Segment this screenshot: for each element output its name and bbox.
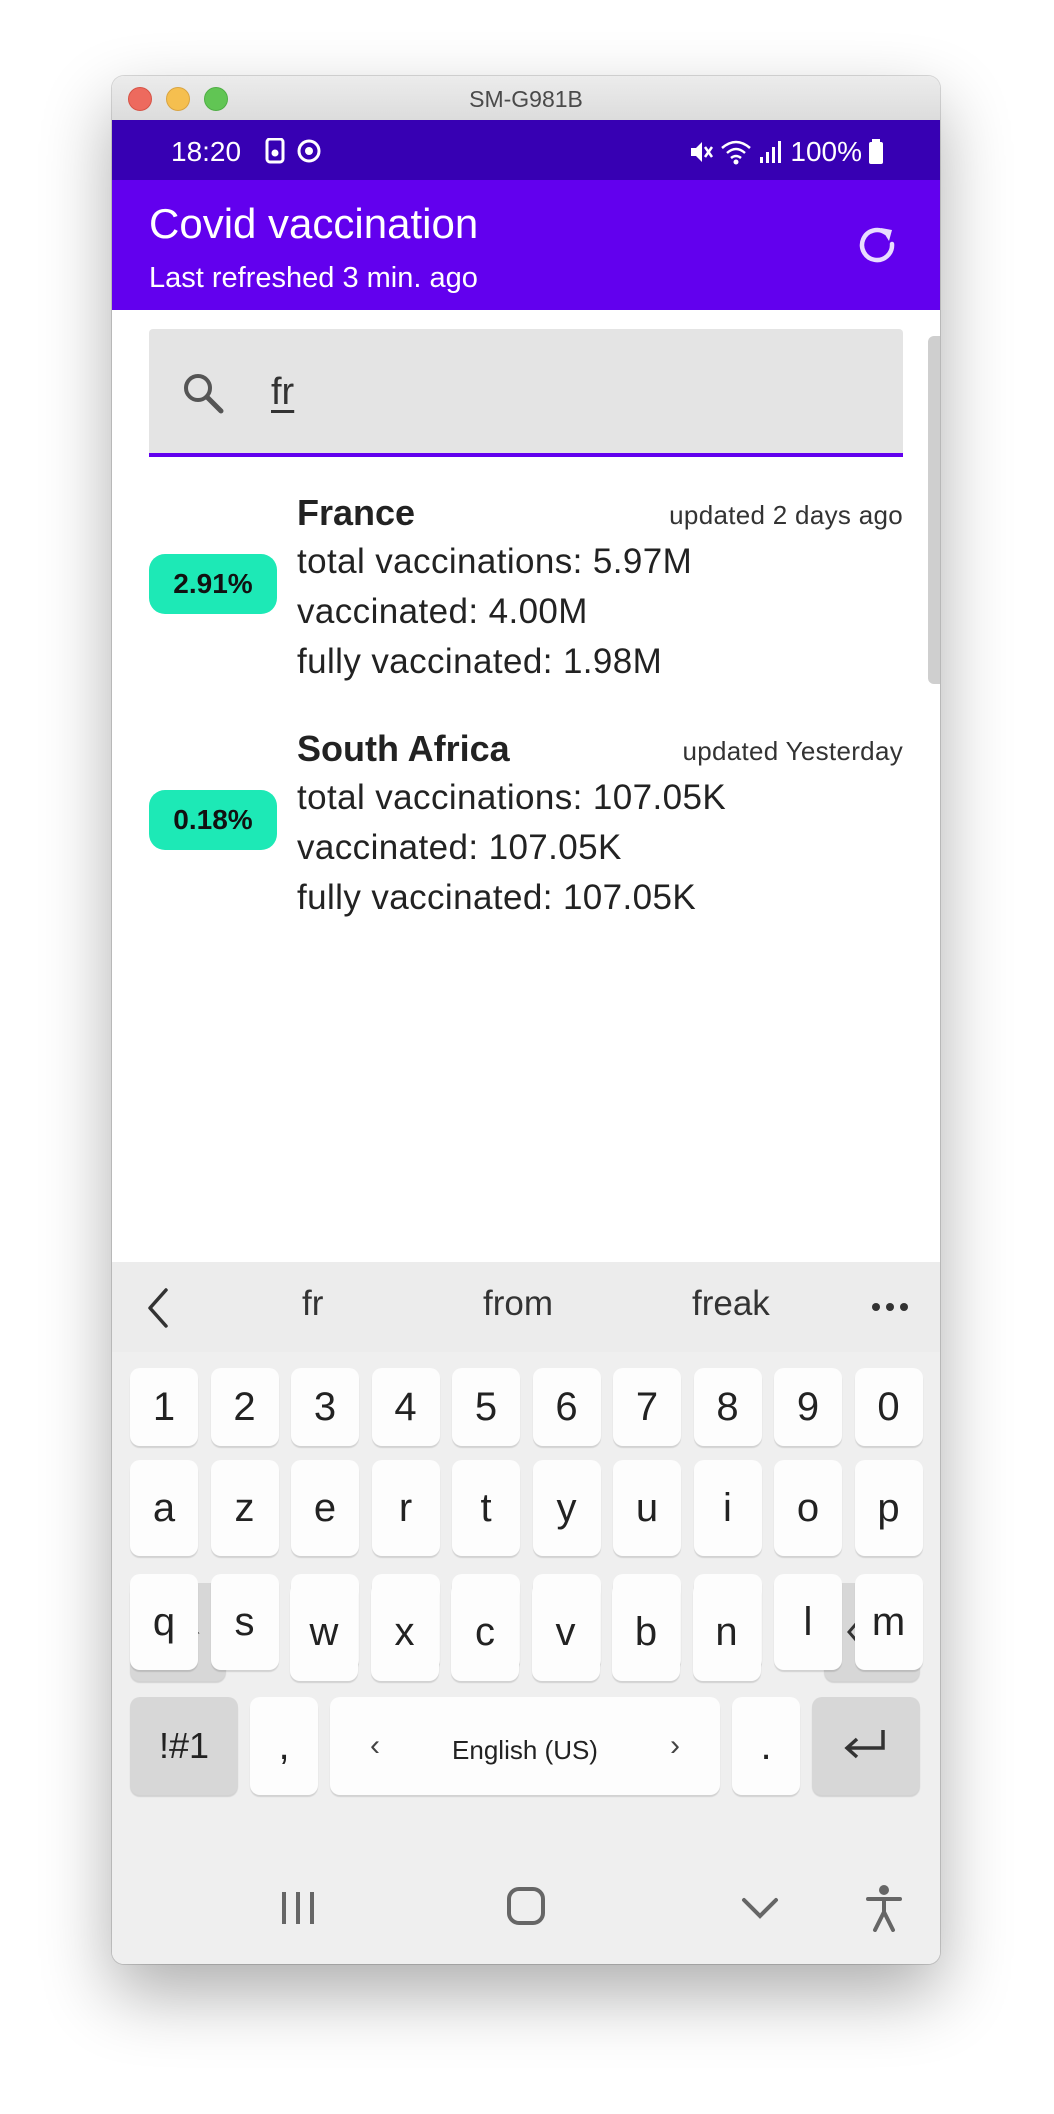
- on-screen-keyboard: fr from freak !#1 , ‹ English (US) › . 1…: [112, 1262, 940, 1850]
- window-title: SM-G981B: [469, 86, 583, 112]
- results-content: 2.91% France updated 2 days ago total va…: [112, 310, 940, 1262]
- key-1[interactable]: 1: [130, 1368, 198, 1446]
- search-field[interactable]: [149, 329, 903, 457]
- key-x[interactable]: x: [370, 1583, 439, 1681]
- key-4[interactable]: 4: [371, 1368, 440, 1446]
- more-icon[interactable]: [870, 1292, 910, 1322]
- refresh-button[interactable]: [854, 222, 902, 270]
- key-8[interactable]: 8: [693, 1368, 762, 1446]
- app-title: Covid vaccination: [149, 200, 479, 247]
- result-item[interactable]: 2.91% France updated 2 days ago total va…: [149, 492, 903, 702]
- key-2[interactable]: 2: [210, 1368, 279, 1446]
- key-a[interactable]: a: [130, 1460, 198, 1556]
- key-o[interactable]: o: [774, 1460, 842, 1556]
- key-s[interactable]: s: [210, 1574, 279, 1670]
- language-next-icon: ›: [670, 1729, 680, 1762]
- comma-key[interactable]: ,: [250, 1697, 318, 1795]
- last-refreshed-text: Last refreshed 3 min. ago: [149, 262, 478, 294]
- home-icon[interactable]: [506, 1886, 546, 1926]
- key-9[interactable]: 9: [774, 1368, 842, 1446]
- suggestion-bar: fr from freak: [112, 1262, 940, 1352]
- enter-icon: [844, 1730, 885, 1759]
- wifi-icon: [721, 140, 752, 165]
- window-titlebar: SM-G981B: [112, 76, 940, 121]
- status-time: 18:20: [171, 136, 242, 167]
- key-5[interactable]: 5: [452, 1368, 520, 1446]
- key-q[interactable]: q: [130, 1574, 198, 1670]
- status-right-icons: 100%: [688, 136, 884, 168]
- key-6[interactable]: 6: [532, 1368, 601, 1446]
- space-key[interactable]: ‹ English (US) ›: [330, 1697, 720, 1795]
- symbols-key[interactable]: !#1: [130, 1697, 238, 1795]
- accessibility-icon[interactable]: [864, 1884, 904, 1932]
- battery-icon: [869, 139, 883, 164]
- search-icon: [184, 374, 224, 414]
- key-7[interactable]: 7: [613, 1368, 681, 1446]
- space-language-label: English (US): [452, 1735, 598, 1765]
- total-vaccinations: total vaccinations: 107.05K: [297, 778, 727, 817]
- refresh-icon: [859, 227, 895, 263]
- recent-apps-icon[interactable]: [278, 1890, 318, 1926]
- key-t[interactable]: t: [452, 1460, 520, 1556]
- status-notification-icons: [265, 137, 325, 169]
- fully-vaccinated-count: fully vaccinated: 1.98M: [297, 642, 663, 681]
- scrollbar-thumb[interactable]: [928, 336, 940, 684]
- key-0[interactable]: 0: [854, 1368, 923, 1446]
- key-r[interactable]: r: [371, 1460, 440, 1556]
- search-input[interactable]: [269, 361, 873, 423]
- key-u[interactable]: u: [613, 1460, 681, 1556]
- period-key[interactable]: .: [732, 1697, 800, 1795]
- suggestion-1[interactable]: fr: [302, 1284, 323, 1324]
- mute-icon: [691, 142, 714, 162]
- key-z[interactable]: z: [210, 1460, 279, 1556]
- key-v[interactable]: v: [531, 1583, 600, 1681]
- key-b[interactable]: b: [612, 1583, 680, 1681]
- key-w[interactable]: w: [290, 1583, 358, 1681]
- signal-icon: [760, 141, 782, 163]
- app-bar: Covid vaccination Last refreshed 3 min. …: [112, 180, 940, 310]
- suggestion-3[interactable]: freak: [692, 1284, 770, 1324]
- key-c[interactable]: c: [451, 1583, 519, 1681]
- updated-time: updated Yesterday: [682, 736, 903, 766]
- chevron-down-icon[interactable]: [740, 1894, 780, 1922]
- percent-badge: 0.18%: [149, 790, 277, 850]
- suggestion-2[interactable]: from: [483, 1284, 553, 1324]
- status-bar: 18:20 100%: [112, 120, 940, 180]
- vaccinated-count: vaccinated: 107.05K: [297, 828, 622, 867]
- country-name: France: [297, 492, 416, 533]
- fully-vaccinated-count: fully vaccinated: 107.05K: [297, 878, 697, 917]
- key-l[interactable]: l: [774, 1574, 842, 1670]
- key-i[interactable]: i: [693, 1460, 762, 1556]
- country-name: South Africa: [297, 728, 510, 769]
- key-y[interactable]: y: [532, 1460, 601, 1556]
- chevron-left-icon[interactable]: [144, 1286, 172, 1330]
- keyboard-keys: !#1 , ‹ English (US) › . 1 2 3 4 5 6 7 8…: [112, 1352, 940, 1850]
- key-m[interactable]: m: [854, 1574, 923, 1670]
- notification-icon: [265, 137, 321, 164]
- key-e[interactable]: e: [291, 1460, 359, 1556]
- percent-badge: 2.91%: [149, 554, 277, 614]
- vaccinated-count: vaccinated: 4.00M: [297, 592, 588, 631]
- result-item[interactable]: 0.18% South Africa updated Yesterday tot…: [149, 728, 903, 938]
- key-p[interactable]: p: [854, 1460, 923, 1556]
- system-nav-bar: [112, 1850, 940, 1964]
- emulator-window: SM-G981B 18:20 100% Covid vaccination La…: [112, 76, 940, 1964]
- total-vaccinations: total vaccinations: 5.97M: [297, 542, 693, 581]
- battery-percent: 100%: [790, 136, 862, 167]
- key-n[interactable]: n: [692, 1583, 761, 1681]
- updated-time: updated 2 days ago: [669, 500, 903, 530]
- language-prev-icon: ‹: [370, 1729, 380, 1762]
- enter-key[interactable]: [812, 1697, 920, 1795]
- key-3[interactable]: 3: [291, 1368, 359, 1446]
